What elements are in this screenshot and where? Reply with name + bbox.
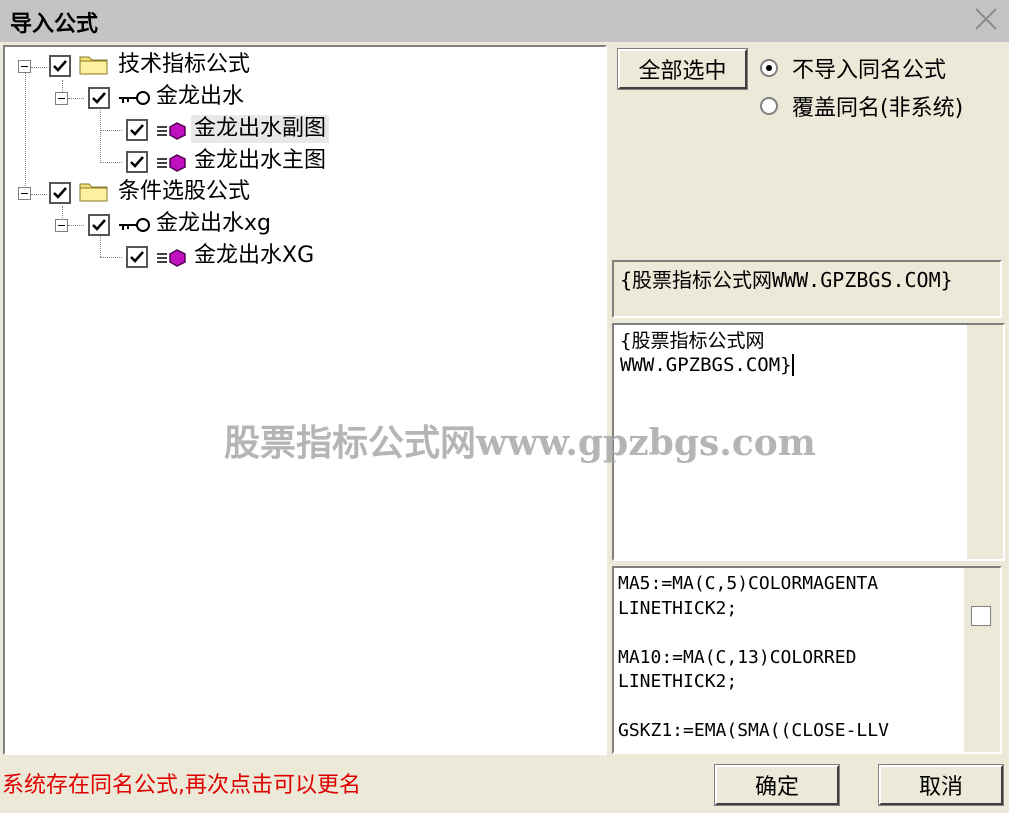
radio-unselected[interactable] <box>760 97 778 115</box>
formula-label[interactable]: 金龙出水xg <box>156 210 271 238</box>
overwrite-same-name-option[interactable]: 覆盖同名(非系统) <box>760 90 963 122</box>
formula-checkbox[interactable] <box>88 214 110 236</box>
formula-item-icon <box>157 249 186 267</box>
tree-group-label[interactable]: 条件选股公式 <box>118 178 250 206</box>
tree-line <box>100 162 122 163</box>
key-icon <box>119 218 150 232</box>
editor-scrollbar[interactable] <box>967 325 1003 559</box>
group-checkbox[interactable] <box>49 55 71 77</box>
tree-line <box>100 257 122 258</box>
formula-checkbox[interactable] <box>88 87 110 109</box>
watermark: 股票指标公式网www.gpzbgs.com <box>224 422 816 464</box>
formula-tree[interactable]: 技术指标公式 金龙出水 金龙出水副图 金龙出水主图 条件选股公式 金龙出水xg … <box>3 45 607 755</box>
formula-item-icon <box>157 122 186 140</box>
code-text: MA5:=MA(C,5)COLORMAGENTA LINETHICK2; MA1… <box>618 573 889 741</box>
code-checkbox[interactable] <box>971 606 991 626</box>
ok-button[interactable]: 确定 <box>714 764 840 806</box>
tree-group-label[interactable]: 技术指标公式 <box>118 51 250 79</box>
tree-line <box>68 225 84 226</box>
close-icon[interactable] <box>973 6 999 32</box>
group-checkbox[interactable] <box>49 182 71 204</box>
formula-item-icon <box>157 154 186 172</box>
folder-icon <box>79 183 108 202</box>
leaf-label[interactable]: 金龙出水副图 <box>191 115 330 143</box>
collapse-toggle[interactable] <box>55 219 68 232</box>
cancel-button[interactable]: 取消 <box>878 764 1004 806</box>
description-text: {股票指标公式网WWW.GPZBGS.COM} <box>620 268 953 292</box>
title-bar: 导入公式 <box>0 0 1009 42</box>
tree-line <box>100 130 122 131</box>
leaf-checkbox[interactable] <box>126 119 148 141</box>
tree-line <box>25 73 26 198</box>
no-import-same-name-option[interactable]: 不导入同名公式 <box>760 52 946 84</box>
tree-line <box>68 98 84 99</box>
collapse-toggle[interactable] <box>55 92 68 105</box>
tree-line <box>100 233 101 257</box>
description-field: {股票指标公式网WWW.GPZBGS.COM} <box>612 260 1002 318</box>
radio-selected[interactable] <box>760 59 778 77</box>
leaf-label[interactable]: 金龙出水主图 <box>194 147 326 175</box>
option-label: 不导入同名公式 <box>792 58 947 83</box>
folder-icon <box>79 56 108 75</box>
collapse-toggle[interactable] <box>18 60 31 73</box>
option-label: 覆盖同名(非系统) <box>792 96 964 121</box>
status-message: 系统存在同名公式,再次点击可以更名 <box>2 773 361 798</box>
code-preview[interactable]: MA5:=MA(C,5)COLORMAGENTA LINETHICK2; MA1… <box>612 566 1002 754</box>
key-icon <box>119 91 150 105</box>
tree-line <box>100 107 101 163</box>
code-scrollbar[interactable] <box>964 568 1000 752</box>
tree-line <box>31 67 47 68</box>
select-all-button[interactable]: 全部选中 <box>617 48 748 90</box>
leaf-label[interactable]: 金龙出水XG <box>194 242 314 270</box>
editor-text[interactable]: {股票指标公式网 WWW.GPZBGS.COM} <box>620 329 794 377</box>
formula-label[interactable]: 金龙出水 <box>156 83 244 111</box>
collapse-toggle[interactable] <box>18 187 31 200</box>
leaf-checkbox[interactable] <box>126 151 148 173</box>
tree-line <box>31 194 47 195</box>
window-title: 导入公式 <box>10 12 99 37</box>
leaf-checkbox[interactable] <box>126 246 148 268</box>
